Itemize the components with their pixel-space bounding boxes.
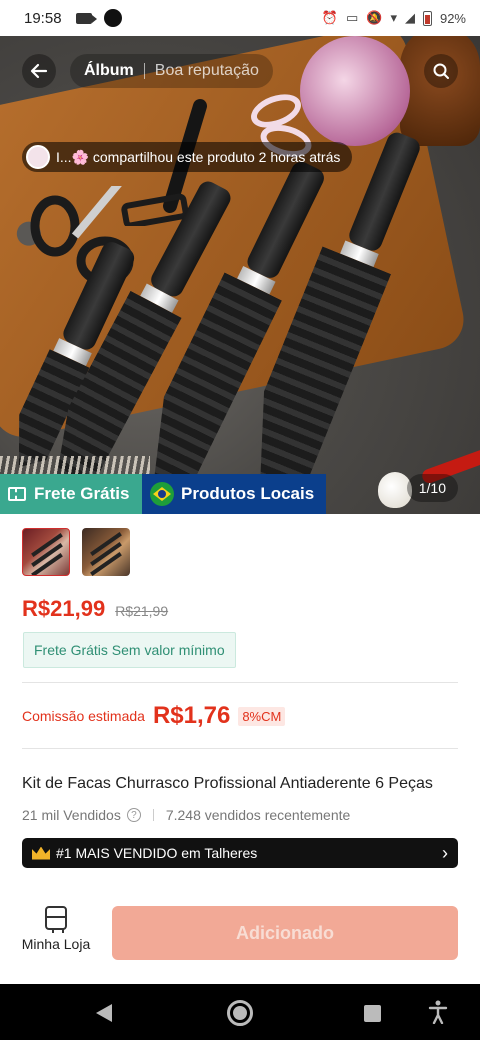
share-notice-text: I...🌸 compartilhou este produto 2 horas …	[56, 148, 341, 165]
share-notice: I...🌸 compartilhou este produto 2 horas …	[22, 142, 353, 172]
divider	[22, 748, 458, 749]
price-row: R$21,99 R$21,99	[22, 596, 168, 622]
chevron-right-icon: ›	[442, 842, 448, 863]
alarm-icon: ⏰	[321, 10, 338, 25]
nav-back-icon[interactable]	[96, 1004, 112, 1022]
notification-dot-icon	[103, 9, 122, 27]
search-icon	[433, 63, 449, 79]
status-bar: 19:58 ⏰ ▭ 🔕 ▾ ◢ 92%	[0, 0, 480, 36]
local-products-badge: Produtos Locais	[142, 474, 326, 514]
tab-reputation[interactable]: Boa reputação	[155, 62, 259, 80]
screen-record-icon	[75, 12, 97, 24]
current-price: R$21,99	[22, 596, 106, 621]
divider	[22, 682, 458, 683]
product-image[interactable]	[0, 36, 480, 514]
back-button[interactable]	[22, 54, 56, 88]
brazil-flag-icon	[150, 482, 174, 506]
nav-home-icon[interactable]	[227, 1000, 253, 1026]
added-button[interactable]: Adicionado	[112, 906, 458, 960]
rank-text: #1 MAIS VENDIDO em Talheres	[56, 845, 258, 861]
search-button[interactable]	[424, 54, 458, 88]
status-time: 19:58	[24, 9, 62, 27]
free-shipping-chip: Frete Grátis Sem valor mínimo	[23, 632, 236, 668]
accessibility-icon[interactable]	[428, 1000, 448, 1024]
my-store-label: Minha Loja	[21, 936, 91, 952]
battery-icon	[422, 10, 432, 26]
thumbnail-2[interactable]	[82, 528, 130, 576]
system-nav-bar	[0, 984, 480, 1040]
commission-value: R$1,76	[152, 702, 231, 729]
nav-recents-icon[interactable]	[364, 1005, 381, 1022]
gallery-top-bar: Álbum Boa reputação	[0, 52, 480, 92]
promo-badges: Frete Grátis Produtos Locais	[0, 474, 326, 514]
bestseller-rank-bar[interactable]: #1 MAIS VENDIDO em Talheres ›	[22, 838, 458, 868]
store-icon	[45, 906, 67, 933]
ticket-icon	[8, 487, 26, 501]
sales-separator	[152, 809, 154, 821]
sold-recent: 7.248 vendidos recentemente	[165, 807, 351, 823]
status-icons: ⏰ ▭ 🔕 ▾ ◢ 92%	[322, 10, 466, 26]
battery-percent: 92%	[439, 10, 466, 26]
arrow-left-icon	[30, 63, 48, 79]
signal-icon: ◢	[404, 10, 415, 25]
help-icon[interactable]: ?	[126, 808, 141, 822]
my-store-button[interactable]: Minha Loja	[18, 906, 94, 952]
cast-icon: ▭	[345, 10, 359, 25]
commission-row: Comissão estimada R$1,76 8%CM	[22, 702, 286, 730]
commission-rate-badge: 8%CM	[238, 706, 286, 726]
product-title: Kit de Facas Churrasco Profissional Anti…	[22, 775, 433, 792]
wifi-icon: ▾	[390, 10, 397, 25]
image-counter: 1/10	[406, 474, 458, 502]
crown-icon	[32, 846, 50, 860]
sold-total: 21 mil Vendidos	[22, 807, 121, 823]
avatar	[26, 145, 50, 169]
gallery-tabs: Álbum Boa reputação	[70, 54, 273, 88]
variant-thumbnails	[22, 528, 130, 576]
mute-icon: 🔕	[366, 10, 383, 25]
tab-separator	[143, 63, 145, 79]
thumbnail-1[interactable]	[22, 528, 70, 576]
local-products-label: Produtos Locais	[181, 484, 315, 503]
commission-label: Comissão estimada	[22, 708, 145, 724]
original-price: R$21,99	[115, 603, 169, 619]
free-shipping-label: Frete Grátis	[34, 484, 130, 503]
free-shipping-badge: Frete Grátis	[0, 474, 142, 514]
tab-album[interactable]: Álbum	[84, 62, 134, 80]
sales-row: 21 mil Vendidos ? 7.248 vendidos recente…	[22, 807, 350, 823]
